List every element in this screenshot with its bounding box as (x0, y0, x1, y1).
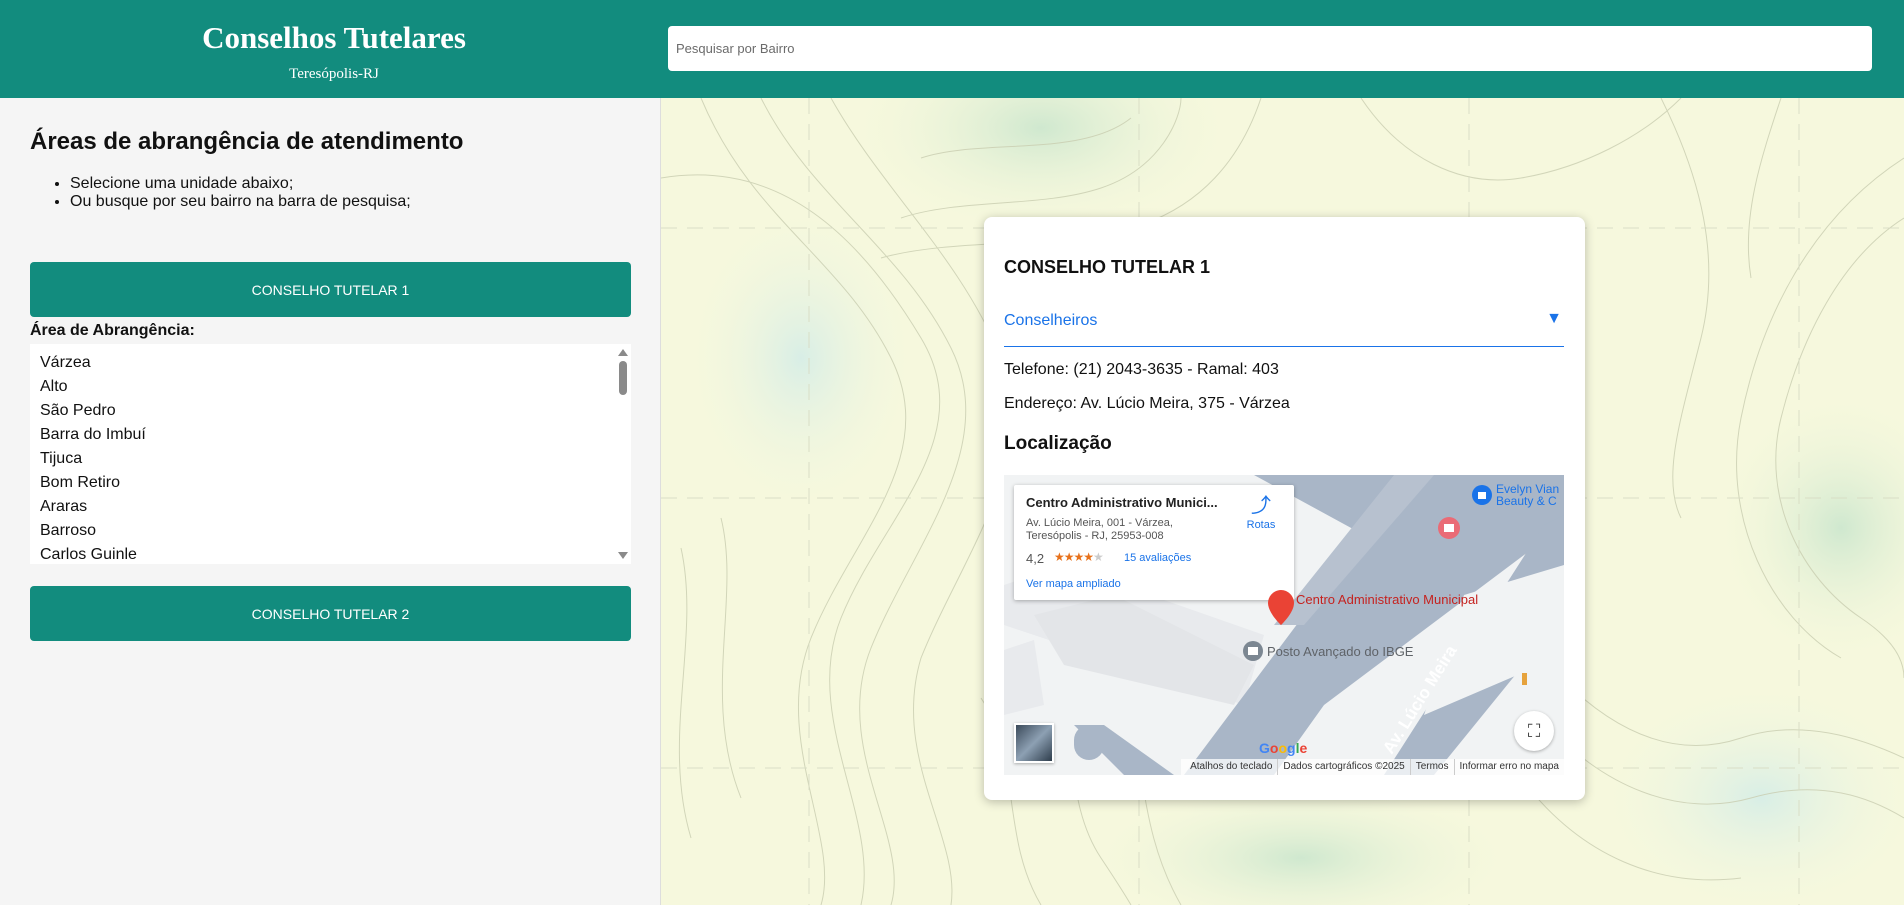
keyboard-shortcuts-link[interactable]: Atalhos do teclado (1185, 759, 1277, 775)
area-list-item[interactable]: Araras (30, 495, 631, 519)
place-info-window: Centro Administrativo Munici... Av. Lúci… (1014, 485, 1294, 600)
area-list[interactable]: Várzea Alto São Pedro Barra do Imbuí Tij… (30, 344, 631, 564)
conselho-tutelar-1-button[interactable]: CONSELHO TUTELAR 1 (30, 262, 631, 317)
scroll-down-icon[interactable] (618, 552, 628, 559)
place-address: Av. Lúcio Meira, 001 - Várzea, Teresópol… (1026, 517, 1173, 542)
area-list-item[interactable]: São Pedro (30, 399, 631, 423)
place-rating: 4,2 (1026, 551, 1045, 566)
area-list-item[interactable]: Barra do Imbuí (30, 423, 631, 447)
fullscreen-icon[interactable]: ⛶ (1514, 711, 1554, 751)
unit-card: CONSELHO TUTELAR 1 Conselheiros ▼ Telefo… (984, 217, 1585, 800)
sidebar-heading: Áreas de abrangência de atendimento (30, 128, 464, 155)
area-list-item[interactable]: Alto (30, 375, 631, 399)
google-logo: Google (1259, 740, 1308, 756)
unit-title: CONSELHO TUTELAR 1 (1004, 257, 1211, 277)
marker-label[interactable]: Centro Administrativo Municipal (1296, 593, 1478, 606)
neighborhood-search-input[interactable] (668, 26, 1872, 71)
map-attribution: Atalhos do teclado Dados cartográficos ©… (1181, 759, 1564, 775)
area-list-item[interactable]: Várzea (30, 351, 631, 375)
directions-icon: ⤴ (1251, 495, 1271, 517)
terms-link[interactable]: Termos (1409, 759, 1454, 775)
report-error-link[interactable]: Informar erro no mapa (1453, 759, 1565, 775)
satellite-layer-toggle[interactable] (1014, 723, 1054, 763)
area-list-item[interactable]: Barroso (30, 519, 631, 543)
site-title: Conselhos Tutelares (202, 20, 466, 55)
instructions-list: Selecione uma unidade abaixo; Ou busque … (70, 175, 411, 211)
header: Conselhos Tutelares Teresópolis-RJ (0, 0, 1904, 98)
counselors-accordion[interactable]: Conselheiros ▼ (1004, 301, 1564, 347)
map-data-text: Dados cartográficos ©2025 (1277, 759, 1409, 775)
brand: Conselhos Tutelares Teresópolis-RJ (0, 0, 668, 98)
area-list-item[interactable]: Tijuca (30, 447, 631, 471)
area-label: Área de Abrangência: (30, 322, 195, 339)
site-subtitle: Teresópolis-RJ (289, 66, 379, 82)
instruction-item: Ou busque por seu bairro na barra de pes… (70, 193, 411, 211)
view-larger-map-link[interactable]: Ver mapa ampliado (1026, 578, 1121, 590)
address-text: Endereço: Av. Lúcio Meira, 375 - Várzea (1004, 395, 1290, 412)
conselho-tutelar-2-button[interactable]: CONSELHO TUTELAR 2 (30, 586, 631, 641)
area-list-item[interactable]: Bom Retiro (30, 471, 631, 495)
chevron-down-icon: ▼ (1546, 310, 1562, 327)
ibge-poi-label[interactable]: Posto Avançado do IBGE (1267, 644, 1413, 659)
phone-text: Telefone: (21) 2043-3635 - Ramal: 403 (1004, 361, 1279, 378)
accordion-label: Conselheiros (1004, 312, 1098, 329)
scroll-up-icon[interactable] (618, 349, 628, 356)
embedded-map[interactable]: Centro Administrativo Munici... Av. Lúci… (1004, 475, 1564, 775)
directions-label: Rotas (1246, 519, 1276, 531)
scroll-thumb[interactable] (619, 361, 627, 395)
area-list-scrollbar[interactable] (615, 344, 631, 564)
directions-button[interactable]: ⤴ Rotas (1236, 495, 1286, 531)
location-heading: Localização (1004, 433, 1112, 454)
rating-stars-icon: ★★★★★ (1054, 550, 1104, 564)
reviews-link[interactable]: 15 avaliações (1124, 552, 1191, 564)
instruction-item: Selecione uma unidade abaixo; (70, 175, 411, 193)
place-title: Centro Administrativo Munici... (1026, 495, 1218, 510)
beauty-poi-label[interactable]: Evelyn Vian Beauty & C (1496, 483, 1564, 507)
sidebar: Áreas de abrangência de atendimento Sele… (0, 98, 661, 905)
area-list-item[interactable]: Carlos Guinle (30, 543, 631, 564)
